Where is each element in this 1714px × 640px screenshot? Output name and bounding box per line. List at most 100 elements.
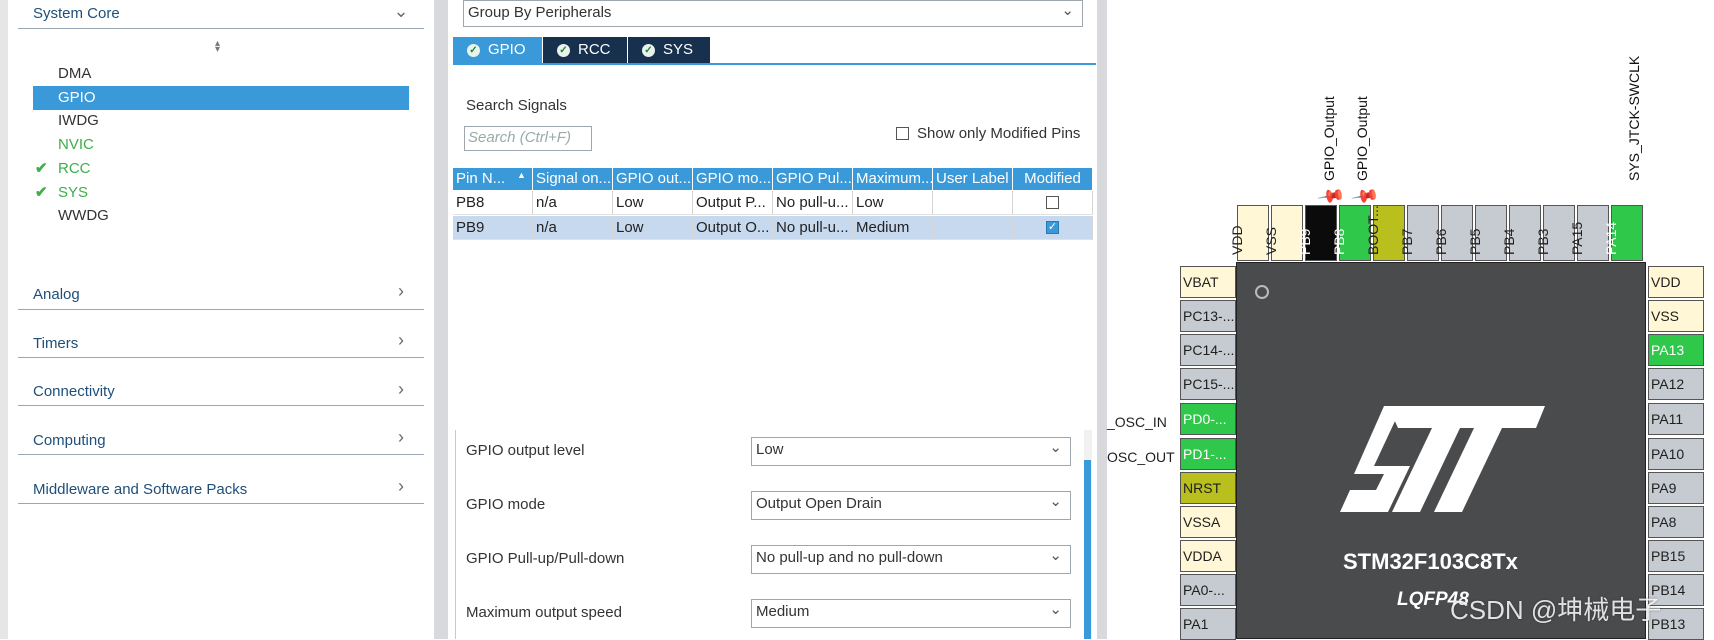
pin-vss-right[interactable]: VSS bbox=[1648, 300, 1704, 332]
sidebar-item-rcc[interactable]: RCC bbox=[58, 160, 91, 177]
chevron-down-icon: ⌄ bbox=[1049, 601, 1062, 618]
chevron-right-icon[interactable]: › bbox=[393, 281, 409, 302]
chevron-right-icon[interactable]: › bbox=[393, 476, 409, 497]
column-header-pull[interactable]: GPIO Pul... bbox=[773, 168, 853, 190]
sidebar-item-sys[interactable]: SYS bbox=[58, 184, 88, 201]
sidebar-item-dma[interactable]: DMA bbox=[58, 65, 91, 82]
table-cell[interactable]: No pull-u... bbox=[773, 216, 853, 240]
pin-nrst[interactable]: NRST bbox=[1180, 472, 1236, 504]
config-label: GPIO mode bbox=[466, 496, 546, 513]
pin-pb15[interactable]: PB15 bbox=[1648, 540, 1704, 572]
panel-splitter[interactable] bbox=[434, 0, 448, 639]
table-cell[interactable]: PB9 bbox=[453, 216, 533, 240]
select-value: Low bbox=[756, 441, 784, 458]
modified-checkbox[interactable] bbox=[1046, 196, 1059, 209]
gpio-pull-select[interactable]: No pull-up and no pull-down ⌄ bbox=[751, 545, 1071, 574]
pin-vssa[interactable]: VSSA bbox=[1180, 506, 1236, 538]
pin-vdd-right[interactable]: VDD bbox=[1648, 266, 1704, 298]
chevron-down-icon: ⌄ bbox=[1049, 547, 1062, 564]
sort-ascending-icon: ▲ bbox=[517, 170, 526, 180]
tab-gpio[interactable]: ✓ GPIO bbox=[453, 37, 542, 63]
category-computing[interactable]: Computing bbox=[33, 432, 106, 449]
column-header-mode[interactable]: GPIO mo... bbox=[693, 168, 773, 190]
pin-pc15[interactable]: PC15-... bbox=[1180, 368, 1236, 400]
sidebar-item-iwdg[interactable]: IWDG bbox=[58, 112, 99, 129]
pin-pa14[interactable]: PA14 bbox=[1603, 205, 1643, 261]
gpio-output-level-select[interactable]: Low ⌄ bbox=[751, 437, 1071, 466]
pin-pa1[interactable]: PA1 bbox=[1180, 608, 1236, 640]
sort-icon[interactable]: ▴ ▾ bbox=[215, 39, 220, 55]
chevron-down-icon[interactable]: ⌄ bbox=[393, 1, 409, 22]
scrollbar-thumb[interactable] bbox=[1084, 460, 1091, 639]
pin-pa9[interactable]: PA9 bbox=[1648, 472, 1704, 504]
pin-pa11[interactable]: PA11 bbox=[1648, 403, 1704, 435]
table-cell[interactable]: Medium bbox=[853, 216, 933, 240]
pin-pa13[interactable]: PA13 bbox=[1648, 334, 1704, 366]
panel-splitter[interactable] bbox=[1097, 0, 1107, 639]
tab-rcc[interactable]: ✓ RCC bbox=[543, 37, 627, 63]
pin-vdda[interactable]: VDDA bbox=[1180, 540, 1236, 572]
config-label: GPIO Pull-up/Pull-down bbox=[466, 550, 625, 567]
chevron-right-icon[interactable]: › bbox=[393, 330, 409, 351]
pin-pa10[interactable]: PA10 bbox=[1648, 438, 1704, 470]
column-header-signal[interactable]: Signal on... bbox=[533, 168, 613, 190]
left-edge bbox=[0, 0, 8, 639]
left-panel: System Core ⌄ ▴ ▾ DMA GPIO IWDG NVIC ✔ RC… bbox=[0, 0, 432, 639]
column-header-modified[interactable]: Modified bbox=[1013, 168, 1093, 190]
tab-label: GPIO bbox=[488, 41, 526, 58]
table-cell[interactable]: Low bbox=[613, 216, 693, 240]
sidebar-item-wwdg[interactable]: WWDG bbox=[58, 207, 109, 224]
category-timers[interactable]: Timers bbox=[33, 335, 78, 352]
pin-pd0[interactable]: PD0-... bbox=[1180, 403, 1236, 435]
category-analog[interactable]: Analog bbox=[33, 286, 80, 303]
table-cell[interactable]: n/a bbox=[533, 216, 613, 240]
signal-label-pb8: GPIO_Output bbox=[1354, 96, 1370, 181]
pin-pa8[interactable]: PA8 bbox=[1648, 506, 1704, 538]
pin-pc14[interactable]: PC14-... bbox=[1180, 334, 1236, 366]
check-icon: ✔ bbox=[35, 160, 48, 177]
pin-pa0[interactable]: PA0-... bbox=[1180, 574, 1236, 606]
pin-vbat[interactable]: VBAT bbox=[1180, 266, 1236, 298]
select-value: Medium bbox=[756, 603, 810, 620]
gpio-mode-select[interactable]: Output Open Drain ⌄ bbox=[751, 491, 1071, 520]
search-input[interactable]: Search (Ctrl+F) bbox=[464, 126, 592, 151]
pin-pc13[interactable]: PC13-... bbox=[1180, 300, 1236, 332]
column-header-user-label[interactable]: User Label bbox=[933, 168, 1013, 190]
divider bbox=[18, 503, 424, 504]
chevron-down-icon: ⌄ bbox=[1049, 493, 1062, 510]
search-signals-label: Search Signals bbox=[466, 97, 567, 114]
sidebar-item-nvic[interactable]: NVIC bbox=[58, 136, 94, 153]
table-cell[interactable]: Low bbox=[613, 191, 693, 215]
chevron-right-icon[interactable]: › bbox=[393, 427, 409, 448]
category-connectivity[interactable]: Connectivity bbox=[33, 383, 115, 400]
divider bbox=[18, 454, 424, 455]
pin-pd1[interactable]: PD1-... bbox=[1180, 438, 1236, 470]
category-middleware[interactable]: Middleware and Software Packs bbox=[33, 481, 247, 498]
max-speed-select[interactable]: Medium ⌄ bbox=[751, 599, 1071, 628]
show-modified-checkbox[interactable] bbox=[896, 127, 909, 140]
table-cell[interactable]: Output O... bbox=[693, 216, 773, 240]
select-value: No pull-up and no pull-down bbox=[756, 549, 943, 566]
table-cell[interactable]: No pull-u... bbox=[773, 191, 853, 215]
pin-pa12[interactable]: PA12 bbox=[1648, 368, 1704, 400]
check-circle-icon: ✓ bbox=[642, 44, 655, 57]
column-header-speed[interactable]: Maximum... bbox=[853, 168, 933, 190]
modified-checkbox-checked[interactable]: ✓ bbox=[1046, 221, 1059, 234]
chevron-right-icon[interactable]: › bbox=[393, 379, 409, 400]
table-cell[interactable]: n/a bbox=[533, 191, 613, 215]
group-by-select[interactable]: Group By Peripherals ⌄ bbox=[463, 0, 1083, 27]
tab-sys[interactable]: ✓ SYS bbox=[628, 37, 710, 63]
table-cell[interactable]: Low bbox=[853, 191, 933, 215]
table-cell[interactable] bbox=[933, 216, 1013, 240]
divider bbox=[18, 309, 424, 310]
table-cell[interactable] bbox=[933, 191, 1013, 215]
chip-name: STM32F103C8Tx bbox=[1343, 549, 1518, 574]
column-header-output[interactable]: GPIO out... bbox=[613, 168, 693, 190]
signal-label-pb9: GPIO_Output bbox=[1321, 96, 1337, 181]
signal-label-pa14: SYS_JTCK-SWCLK bbox=[1626, 55, 1642, 181]
sidebar-item-gpio[interactable]: GPIO bbox=[58, 89, 96, 106]
tab-label: RCC bbox=[578, 41, 611, 58]
table-cell[interactable]: PB8 bbox=[453, 191, 533, 215]
category-system-core[interactable]: System Core bbox=[33, 5, 120, 22]
table-cell[interactable]: Output P... bbox=[693, 191, 773, 215]
